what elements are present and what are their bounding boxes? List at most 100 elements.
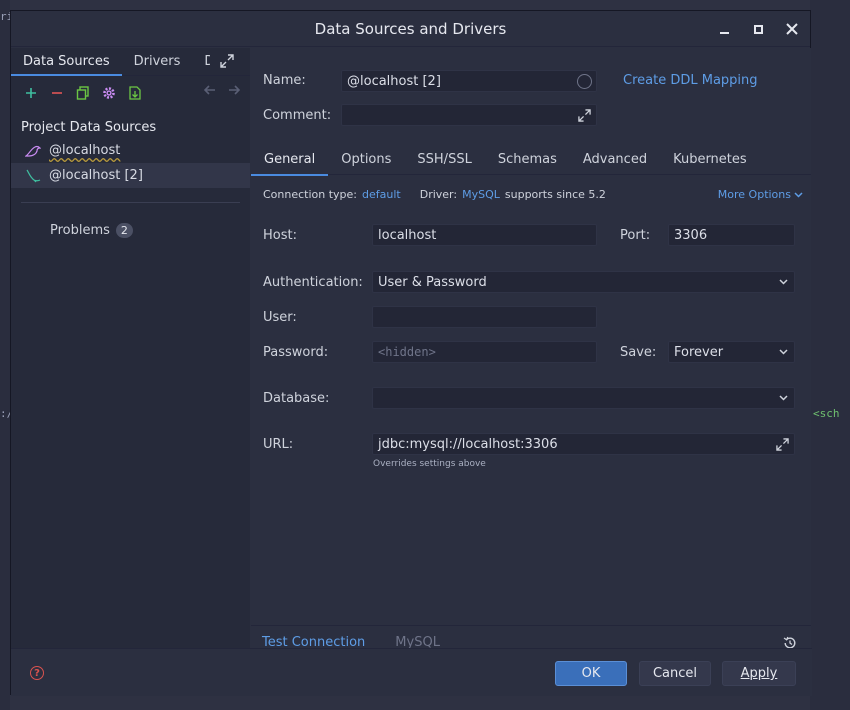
- database-select[interactable]: [372, 387, 795, 409]
- password-placeholder: <hidden>: [378, 345, 436, 359]
- maximize-button[interactable]: [748, 19, 768, 39]
- chevron-down-icon: [794, 191, 803, 198]
- save-value: Forever: [674, 344, 724, 360]
- section-title: Project Data Sources: [21, 120, 157, 135]
- chevron-down-icon: [779, 279, 788, 285]
- host-label: Host:: [263, 228, 297, 243]
- data-source-label: @localhost: [49, 143, 121, 158]
- create-ddl-mapping-link[interactable]: Create DDL Mapping: [623, 73, 758, 88]
- tab-options[interactable]: Options: [328, 145, 404, 175]
- forward-arrow-icon[interactable]: [228, 85, 240, 95]
- save-label: Save:: [620, 345, 657, 360]
- port-input[interactable]: 3306: [668, 224, 795, 246]
- password-input[interactable]: <hidden>: [372, 341, 597, 363]
- minimize-icon: [719, 32, 729, 34]
- expand-icon[interactable]: [776, 438, 789, 451]
- port-label: Port:: [620, 228, 651, 243]
- driver-link[interactable]: MySQL: [462, 188, 500, 201]
- gear-icon: [103, 87, 115, 99]
- ok-button[interactable]: OK: [555, 661, 627, 686]
- remove-button[interactable]: [49, 85, 65, 101]
- close-icon: [786, 23, 798, 35]
- copy-icon: [76, 86, 89, 100]
- duplicate-button[interactable]: [75, 85, 91, 101]
- driver-label: Driver:: [419, 188, 458, 201]
- background-left: [0, 0, 10, 710]
- right-panel: Name: @localhost [2] Create DDL Mapping …: [251, 48, 811, 650]
- close-button[interactable]: [782, 19, 802, 39]
- data-sources-dialog: Data Sources and Drivers Data Sources Dr…: [10, 10, 812, 696]
- authentication-select[interactable]: User & Password: [372, 271, 795, 293]
- data-source-item-selected[interactable]: @localhost [2]: [11, 163, 250, 188]
- url-value: jdbc:mysql://localhost:3306: [378, 436, 558, 452]
- tab-data-sources[interactable]: Data Sources: [11, 54, 122, 76]
- more-options-link[interactable]: More Options: [718, 188, 803, 201]
- tab-overflow[interactable]: D: [192, 54, 210, 75]
- minus-icon: [52, 92, 62, 94]
- tab-schemas[interactable]: Schemas: [485, 145, 570, 175]
- apply-button[interactable]: Apply: [722, 661, 796, 686]
- left-divider: [21, 202, 240, 203]
- url-input[interactable]: jdbc:mysql://localhost:3306: [372, 433, 795, 455]
- database-label: Database:: [263, 391, 330, 406]
- background-text: <sch: [813, 407, 840, 420]
- chevron-down-icon: [779, 395, 788, 401]
- left-tabs: Data Sources Drivers D: [11, 48, 250, 76]
- tab-advanced[interactable]: Advanced: [570, 145, 660, 175]
- connection-type-label: Connection type:: [263, 188, 358, 201]
- url-label: URL:: [263, 437, 294, 452]
- mysql-dolphin-icon: [26, 169, 41, 182]
- comment-label: Comment:: [263, 108, 332, 123]
- chevron-down-icon: [779, 349, 788, 355]
- connection-info-row: Connection type: default Driver: MySQL s…: [263, 188, 606, 201]
- url-note: Overrides settings above: [373, 459, 486, 469]
- import-icon: [129, 86, 141, 100]
- authentication-value: User & Password: [378, 274, 487, 290]
- mysql-dolphin-icon: [25, 145, 41, 157]
- color-circle-icon[interactable]: [577, 74, 592, 89]
- left-panel: Data Sources Drivers D Project Data Sour…: [11, 48, 250, 648]
- tab-general[interactable]: General: [251, 145, 329, 176]
- save-select[interactable]: Forever: [668, 341, 795, 363]
- left-toolbar: [11, 76, 250, 110]
- tab-drivers[interactable]: Drivers: [122, 54, 193, 75]
- plus-icon: [26, 88, 36, 98]
- comment-input[interactable]: [341, 104, 597, 126]
- tab-kubernetes[interactable]: Kubernetes: [660, 145, 760, 175]
- minimize-button[interactable]: [714, 19, 734, 39]
- host-input[interactable]: localhost: [372, 224, 597, 246]
- problems-count-badge: 2: [115, 222, 133, 238]
- dialog-footer: ? OK Cancel Apply: [11, 648, 812, 696]
- driver-settings-button[interactable]: [101, 85, 117, 101]
- help-icon[interactable]: ?: [30, 666, 44, 680]
- settings-tabs: General Options SSH/SSL Schemas Advanced…: [251, 145, 811, 176]
- connection-type-link[interactable]: default: [362, 188, 401, 201]
- authentication-label: Authentication:: [263, 275, 363, 290]
- problems-label: Problems: [50, 222, 110, 238]
- back-arrow-icon[interactable]: [204, 85, 216, 95]
- port-value: 3306: [674, 227, 708, 243]
- title-bar: Data Sources and Drivers: [11, 11, 810, 47]
- expand-icon[interactable]: [578, 109, 591, 122]
- dialog-title: Data Sources and Drivers: [314, 19, 507, 38]
- more-options-label: More Options: [717, 188, 791, 201]
- user-label: User:: [263, 310, 297, 325]
- apply-label: Apply: [740, 666, 778, 681]
- problems-item[interactable]: Problems 2: [11, 217, 250, 243]
- name-value: @localhost [2]: [347, 73, 441, 89]
- name-input[interactable]: @localhost [2]: [341, 70, 597, 92]
- driver-note: supports since 5.2: [504, 188, 606, 201]
- data-source-item[interactable]: @localhost: [11, 138, 250, 163]
- data-source-label: @localhost [2]: [49, 168, 143, 183]
- add-button[interactable]: [23, 85, 39, 101]
- background-right: [810, 0, 850, 710]
- cancel-button[interactable]: Cancel: [639, 661, 711, 686]
- password-label: Password:: [263, 345, 329, 360]
- expand-icon[interactable]: [220, 54, 234, 68]
- import-button[interactable]: [127, 85, 143, 101]
- tab-ssh-ssl[interactable]: SSH/SSL: [404, 145, 484, 175]
- name-label: Name:: [263, 73, 306, 88]
- maximize-icon: [753, 24, 763, 34]
- host-value: localhost: [378, 227, 437, 243]
- user-input[interactable]: [372, 306, 597, 328]
